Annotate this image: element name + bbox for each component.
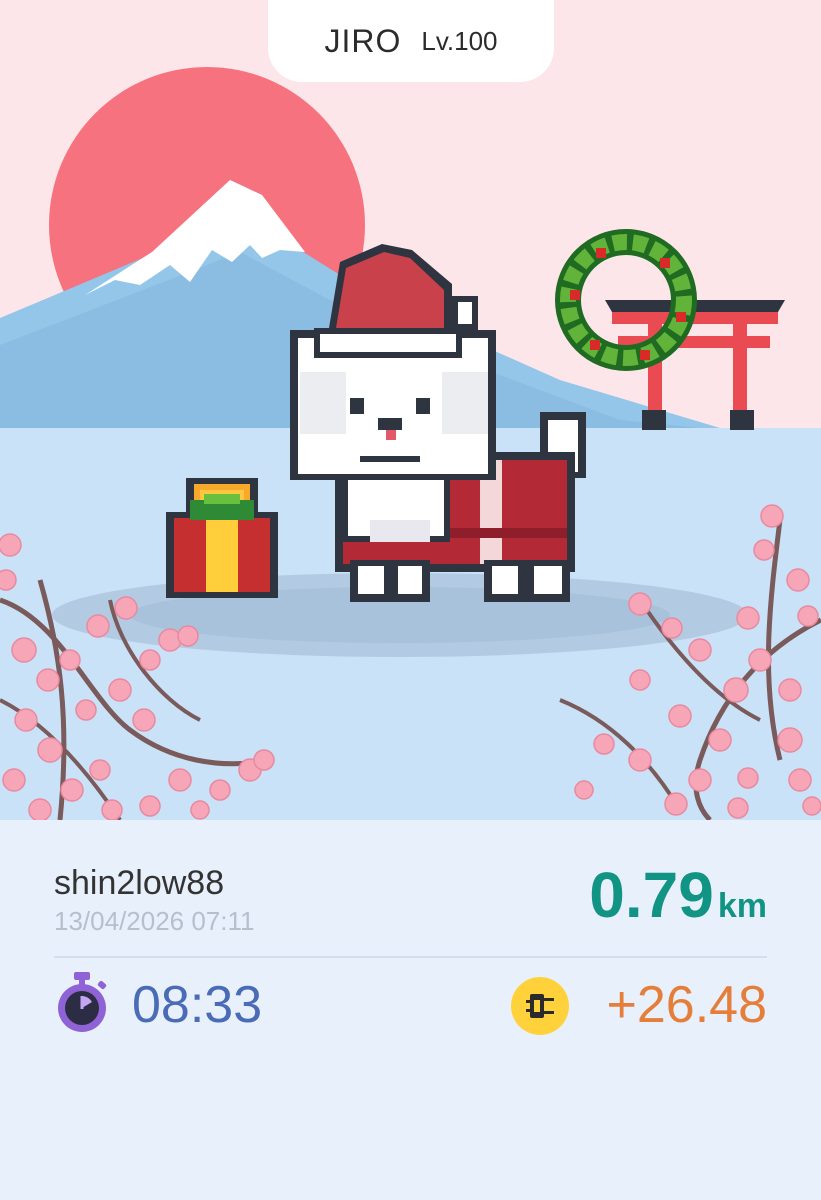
pet-name-badge: JIRO Lv.100 — [268, 0, 554, 82]
divider — [54, 956, 767, 958]
pet-level: Lv.100 — [421, 25, 498, 56]
activity-timestamp: 13/04/2026 07:11 — [54, 906, 255, 936]
duration: 08:33 — [132, 976, 263, 1034]
username: shin2low88 — [54, 864, 225, 902]
earnings: +26.48 — [606, 976, 768, 1034]
scene-illustration — [0, 0, 821, 820]
distance-value: 0.79 — [589, 859, 714, 931]
distance-readout: 0.79 km — [589, 858, 767, 932]
pet-scene: JIRO Lv.100 — [0, 0, 821, 820]
distance-unit: km — [717, 887, 767, 925]
pet-name: JIRO — [324, 22, 402, 59]
stopwatch-icon — [58, 972, 107, 1032]
activity-summary-panel: shin2low88 13/04/2026 07:11 0.79 km 08:33… — [0, 820, 821, 1200]
energy-token-icon — [511, 977, 569, 1035]
